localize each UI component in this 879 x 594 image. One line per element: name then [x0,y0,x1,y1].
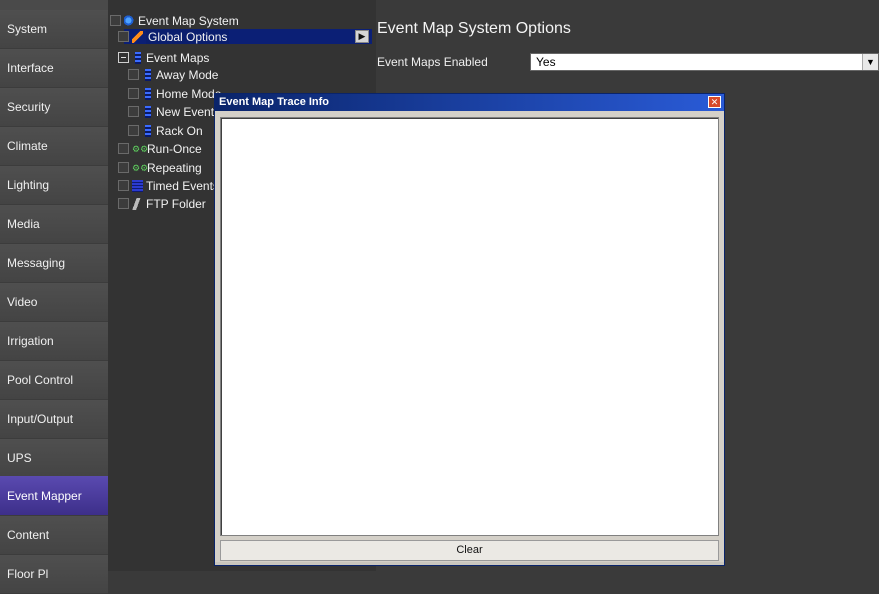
tree-expand-arrow-icon[interactable]: ▶ [355,30,369,43]
tree-item-label: Event Maps [146,50,210,65]
nav-item-label: Climate [7,139,48,153]
tree-checkbox[interactable] [128,88,139,99]
nav-item-label: Irrigation [7,334,54,348]
system-icon [124,14,135,27]
dialog-footer [215,562,724,565]
trace-info-dialog: Event Map Trace Info ✕ Clear [214,93,725,566]
nav-item-label: Media [7,217,40,231]
tree-item-home-mode[interactable]: Home Mode [128,86,221,101]
dialog-title[interactable]: Event Map Trace Info [215,94,724,111]
event-map-icon [135,51,141,64]
tree-item-label: Rack On [156,123,203,138]
nav-item-floor-plan[interactable]: Floor Pl [0,555,108,594]
tree-item-label: Event Map System [138,13,239,28]
tree-checkbox[interactable] [118,162,129,173]
tree-item-label: Home Mode [156,86,222,101]
tree-checkbox[interactable] [110,15,121,26]
tree-item-label: Away Mode [156,67,219,82]
nav-item-irrigation[interactable]: Irrigation [0,322,108,361]
calendar-icon [132,179,143,192]
tree-item-event-map-system[interactable]: Event Map System [110,13,239,28]
tree-checkbox[interactable] [128,69,139,80]
nav-item-media[interactable]: Media [0,205,108,244]
nav-item-label: Lighting [7,178,50,192]
tree-item-label: Repeating [147,160,202,175]
select-value: Yes [536,55,556,69]
event-map-icon [145,124,151,137]
collapse-icon[interactable] [118,52,129,63]
nav-item-event-mapper[interactable]: Event Mapper [0,476,108,516]
options-icon [132,30,143,43]
gear-icon: ⚙⚙ [132,143,149,154]
tree-checkbox[interactable] [128,125,139,136]
tree-checkbox[interactable] [128,106,139,117]
tree-item-rack-on[interactable]: Rack On [128,123,203,138]
event-maps-enabled-label: Event Maps Enabled [377,55,488,69]
nav-item-ups[interactable]: UPS [0,439,108,478]
tree-item-event-maps[interactable]: Event Maps [118,50,209,65]
nav-item-label: Content [7,528,50,542]
ftp-icon [132,197,143,210]
nav-item-label: Floor Pl [7,567,49,581]
event-map-icon [145,105,151,118]
nav-item-label: UPS [7,451,32,465]
nav-item-label: System [7,22,48,36]
tree-item-run-once[interactable]: ⚙⚙ Run-Once [118,141,202,156]
gear-icon: ⚙⚙ [132,162,149,173]
nav-item-label: Messaging [7,256,66,270]
nav-item-label: Interface [7,61,54,75]
clear-button[interactable]: Clear [220,540,719,561]
nav-item-system[interactable]: System [0,10,108,49]
tree-item-label: FTP Folder [146,196,206,211]
nav-item-input-output[interactable]: Input/Output [0,400,108,439]
nav-item-content[interactable]: Content [0,516,108,555]
close-icon[interactable]: ✕ [708,96,721,108]
nav-item-messaging[interactable]: Messaging [0,244,108,283]
event-map-icon [145,87,151,100]
nav-item-video[interactable]: Video [0,283,108,322]
options-title: Event Map System Options [377,20,571,37]
tree-item-label: Timed Events [146,178,219,193]
tree-item-away-mode[interactable]: Away Mode [128,67,218,82]
nav-item-security[interactable]: Security [0,88,108,127]
dropdown-arrow-icon[interactable]: ▼ [862,54,878,70]
nav-item-label: Pool Control [7,373,74,387]
tree-item-timed-events[interactable]: Timed Events [118,178,219,193]
nav-item-label: Input/Output [7,412,74,426]
tree-checkbox[interactable] [118,180,129,191]
nav-item-climate[interactable]: Climate [0,127,108,166]
event-map-icon [145,68,151,81]
tree-item-repeating[interactable]: ⚙⚙ Repeating [118,160,202,175]
nav-item-interface[interactable]: Interface [0,49,108,88]
nav-item-label: Event Mapper [7,488,82,503]
nav-item-label: Security [7,100,51,114]
tree-item-label: Global Options [146,29,230,44]
tree-item-label: Run-Once [147,141,202,156]
event-maps-enabled-select[interactable]: Yes ▼ [530,53,879,71]
tree-item-ftp-folder[interactable]: FTP Folder [118,196,206,211]
main-nav: System Interface Security Climate Lighti… [0,0,108,594]
nav-item-pool-control[interactable]: Pool Control [0,361,108,400]
tree-checkbox[interactable] [118,143,129,154]
tree-checkbox[interactable] [118,198,129,209]
nav-item-label: Video [7,295,38,309]
tree-item-global-options[interactable]: Global Options [118,29,230,44]
tree-checkbox[interactable] [118,31,129,42]
nav-item-lighting[interactable]: Lighting [0,166,108,205]
trace-output-area[interactable] [220,117,719,536]
